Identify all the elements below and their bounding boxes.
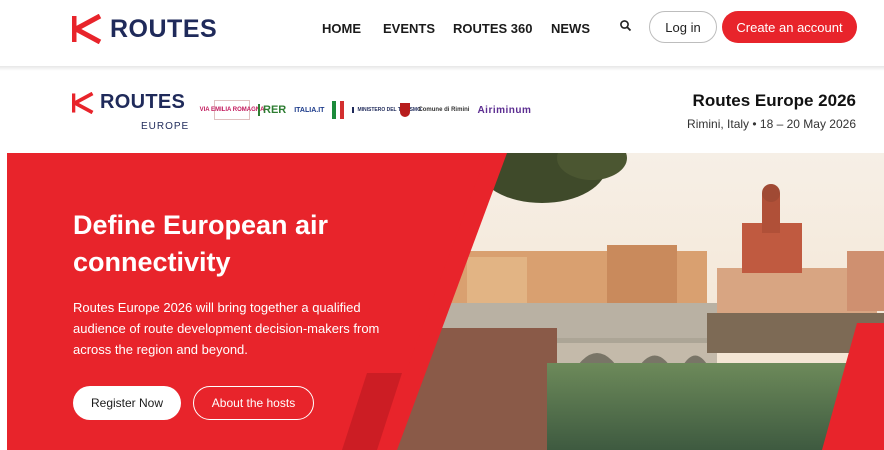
event-header: ROUTES EUROPE VIA EMILIA ROMAGNA RER ITA…	[0, 71, 884, 153]
hero-title: Define European air connectivity	[73, 210, 329, 277]
event-brand-sub: EUROPE	[141, 121, 190, 132]
event-title: Routes Europe 2026	[692, 91, 856, 110]
routes-logo-icon	[72, 91, 94, 114]
nav-routes-360[interactable]: ROUTES 360	[453, 19, 532, 38]
top-navigation: ROUTES HOME EVENTS ROUTES 360 NEWS Log i…	[0, 0, 884, 66]
login-button[interactable]: Log in	[649, 11, 717, 43]
nav-news[interactable]: NEWS	[551, 19, 590, 38]
sponsor-airiminum-logo: Airiminum	[477, 104, 532, 116]
event-logo[interactable]: ROUTES EUROPE	[72, 91, 188, 132]
nav-home[interactable]: HOME	[322, 19, 361, 38]
about-hosts-button[interactable]: About the hosts	[193, 386, 314, 420]
search-icon[interactable]	[619, 19, 633, 33]
sponsor-rimini-logo: Comune di Rimini	[418, 107, 470, 113]
sponsor-italia-logo: ITALIA.IT	[294, 106, 325, 114]
event-brand-name: ROUTES	[100, 91, 186, 113]
brand-name: ROUTES	[110, 14, 218, 43]
create-account-button[interactable]: Create an account	[722, 11, 857, 43]
site-logo[interactable]: ROUTES	[72, 14, 217, 44]
sponsor-ministero-logo: MINISTERO DEL TURISMO	[352, 107, 421, 113]
nav-events[interactable]: EVENTS	[383, 19, 435, 38]
rimini-shield-icon	[400, 103, 411, 117]
hero-banner: Define European air connectivity Routes …	[7, 153, 884, 450]
event-location-dates: Rimini, Italy • 18 – 20 May 2026	[687, 117, 856, 131]
hero-description: Routes Europe 2026 will bring together a…	[73, 300, 380, 357]
sponsor-logos: VIA EMILIA ROMAGNA RER ITALIA.IT MINISTE…	[200, 99, 532, 121]
sponsor-emilia-romagna-logo: VIA EMILIA ROMAGNA	[200, 100, 264, 120]
register-now-button[interactable]: Register Now	[73, 386, 181, 420]
italian-flag-icon	[332, 101, 345, 119]
sponsor-rer-logo: RER	[258, 104, 286, 116]
routes-logo-icon	[72, 14, 102, 44]
